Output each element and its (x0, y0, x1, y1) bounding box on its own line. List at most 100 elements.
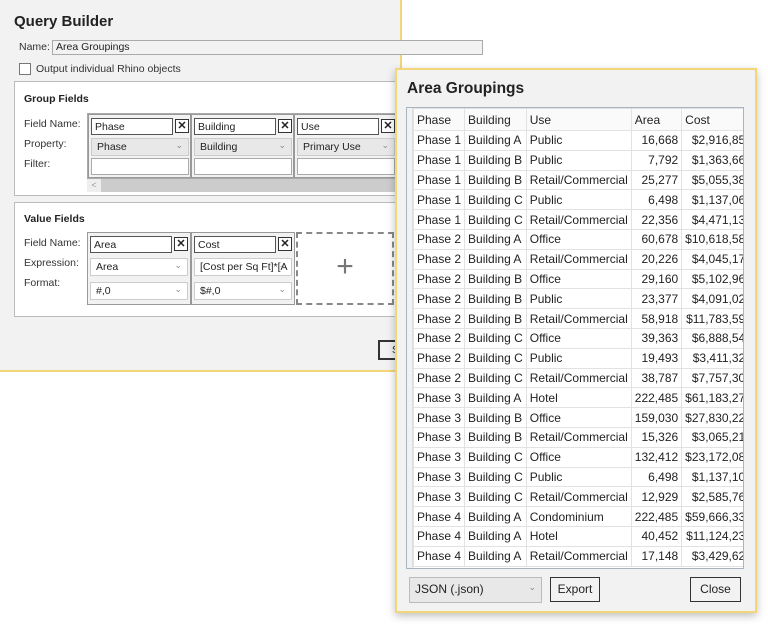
cell-use: Office (525, 446, 632, 468)
cell-building: Building C (464, 347, 527, 369)
group-fields-title: Group Fields (24, 93, 89, 105)
property-select[interactable]: Primary Use (297, 138, 395, 156)
filter-input[interactable] (297, 158, 395, 175)
cell-phase: Phase 2 (412, 347, 466, 369)
expression-select[interactable]: Area (90, 258, 188, 276)
expression-select[interactable]: [Cost per Sq Ft]*[A (194, 258, 292, 276)
horizontal-scrollbar[interactable]: < (87, 179, 407, 192)
table-row[interactable]: Phase 4 Building A Condominium 222,485 $59,6… (412, 506, 743, 527)
cell-building: Building B (464, 288, 527, 310)
cell-area: 6,498 (630, 189, 683, 211)
field-name-input[interactable]: Use (297, 118, 379, 135)
table-row[interactable]: Phase 3Building CPublic6,498$1,137,101 (412, 466, 743, 488)
remove-field-icon[interactable]: ✕ (174, 237, 188, 251)
group-columns: Phase ✕ Phase Building ✕ Building Use ✕ … (87, 113, 407, 179)
export-format-select[interactable]: JSON (.json) (409, 577, 542, 603)
cell-use: Retail/Commercial (525, 545, 632, 567)
remove-field-icon[interactable]: ✕ (278, 119, 292, 133)
table-row[interactable]: Phase 3Building AHotel222,485$61,183,278 (412, 387, 743, 409)
cell-area: 19,493 (630, 347, 683, 369)
column-header-use[interactable]: Use (525, 108, 632, 131)
cell-cost: $4,471,136 (681, 209, 743, 230)
cell-building: Building A (464, 387, 527, 409)
table-row[interactable]: Phase 4Building AHotel40,452$11,124,232 (412, 525, 743, 547)
remove-field-icon[interactable]: ✕ (278, 237, 292, 251)
table-row[interactable]: Phase 3Building BOffice159,030$27,830,22… (412, 407, 743, 428)
cell-use: Hotel (525, 387, 632, 409)
table-row[interactable]: Phase 2 Building A Retail/Commercial 20,226… (412, 248, 743, 270)
format-select[interactable]: #,0 (90, 282, 188, 300)
cell-building: Building A (464, 506, 527, 527)
close-button[interactable]: Close (690, 577, 741, 602)
table-row[interactable]: Phase 1Building CPublic6,498$1,137,064 (412, 189, 743, 211)
cell-phase: Phase 3 (412, 407, 466, 428)
table-row[interactable]: Phase 3 Building C Retail/Commercial 12,929… (412, 486, 743, 508)
cell-use: Office (525, 228, 632, 250)
cell-use: Retail/Commercial (525, 308, 632, 329)
cell-cost: $1,137,064 (681, 189, 743, 211)
cell-area: 60,678 (630, 228, 683, 250)
cell-phase: Phase 1 (412, 189, 466, 211)
cell-building: Building B (464, 169, 527, 191)
cell-use: Public (525, 149, 632, 171)
table-row[interactable]: Phase 1Building APublic16,668$2,916,851 (412, 130, 743, 151)
name-input[interactable]: Area Groupings (52, 40, 483, 55)
cell-area: 132,412 (630, 446, 683, 468)
table-row[interactable]: Phase 2 Building C Retail/Commercial 38,787… (412, 367, 743, 389)
field-name-input[interactable]: Area (90, 236, 172, 253)
cell-phase: Phase 3 (412, 387, 466, 409)
scroll-left-icon[interactable]: < (87, 179, 101, 192)
value-fields-panel: Value Fields Field Name: Expression: For… (14, 202, 404, 317)
format-select[interactable]: $#,0 (194, 282, 292, 300)
group-column-building: Building ✕ Building (191, 114, 294, 178)
cell-phase: Phase 2 (412, 367, 466, 389)
add-value-field-button[interactable]: + (296, 232, 394, 305)
field-name-input[interactable]: Phase (91, 118, 173, 135)
table-row[interactable]: Phase 1 Building B Retail/Commercial 25,277… (412, 169, 743, 191)
column-header-phase[interactable]: Phase (412, 108, 466, 131)
export-button[interactable]: Export (550, 577, 600, 602)
name-label: Name: (19, 41, 50, 53)
field-name-input[interactable]: Cost (194, 236, 276, 253)
cell-phase: Phase 2 (412, 268, 466, 290)
table-row[interactable]: Phase 2Building CPublic19,493$3,411,320 (412, 347, 743, 369)
cell-building: Building A (464, 525, 527, 547)
cell-cost: $7,757,303 (681, 367, 743, 389)
field-name-input[interactable]: Building (194, 118, 276, 135)
column-header-cost[interactable]: Cost (681, 108, 743, 131)
cell-building: Building B (464, 407, 527, 428)
property-select[interactable]: Building (194, 138, 292, 156)
cell-cost: $2,585,768 (681, 486, 743, 508)
output-objects-checkbox[interactable] (19, 63, 31, 75)
filter-input[interactable] (91, 158, 189, 175)
column-header-building[interactable]: Building (464, 108, 527, 131)
table-row[interactable]: Phase 1Building BPublic7,792$1,363,663 (412, 149, 743, 171)
cell-use: Public (525, 466, 632, 488)
cell-building: Building A (464, 130, 527, 151)
remove-field-icon[interactable]: ✕ (175, 119, 189, 133)
cell-use: Retail/Commercial (525, 486, 632, 508)
cell-cost: $3,429,622 (681, 545, 743, 567)
table-row[interactable]: Phase 2 Building B Retail/Commercial 58,918… (412, 308, 743, 329)
table-row[interactable]: Phase 4 Building A Retail/Commercial 17,148… (412, 545, 743, 567)
table-row[interactable]: Phase 2Building COffice39,363$6,888,541 (412, 327, 743, 349)
cell-cost: $10,618,585 (681, 228, 743, 250)
table-row[interactable]: Phase 2Building BOffice29,160$5,102,960 (412, 268, 743, 290)
checkbox-label: Output individual Rhino objects (36, 63, 181, 75)
table-row[interactable]: Phase 2Building BPublic23,377$4,091,029 (412, 288, 743, 310)
remove-field-icon[interactable]: ✕ (381, 119, 395, 133)
table-row[interactable]: Phase 1 Building C Retail/Commercial 22,356… (412, 209, 743, 230)
cell-cost: $27,830,225 (681, 407, 743, 428)
cell-phase: Phase 4 (412, 545, 466, 567)
property-select[interactable]: Phase (91, 138, 189, 156)
filter-input[interactable] (194, 158, 292, 175)
field-name-label: Field Name: (24, 118, 81, 130)
table-row[interactable]: Phase 3Building COffice132,412$23,172,08… (412, 446, 743, 468)
results-table-container: Phase Building Use Area Cost Phase 1 Building… (406, 107, 744, 569)
cell-phase: Phase 2 (412, 228, 466, 250)
table-row[interactable]: Phase 2Building AOffice60,678$10,618,585 (412, 228, 743, 250)
table-row[interactable]: Phase 3 Building B Retail/Commercial 15,326… (412, 426, 743, 448)
cell-use: Retail/Commercial (525, 248, 632, 270)
cell-phase: Phase 1 (412, 169, 466, 191)
column-header-area[interactable]: Area (630, 108, 683, 131)
